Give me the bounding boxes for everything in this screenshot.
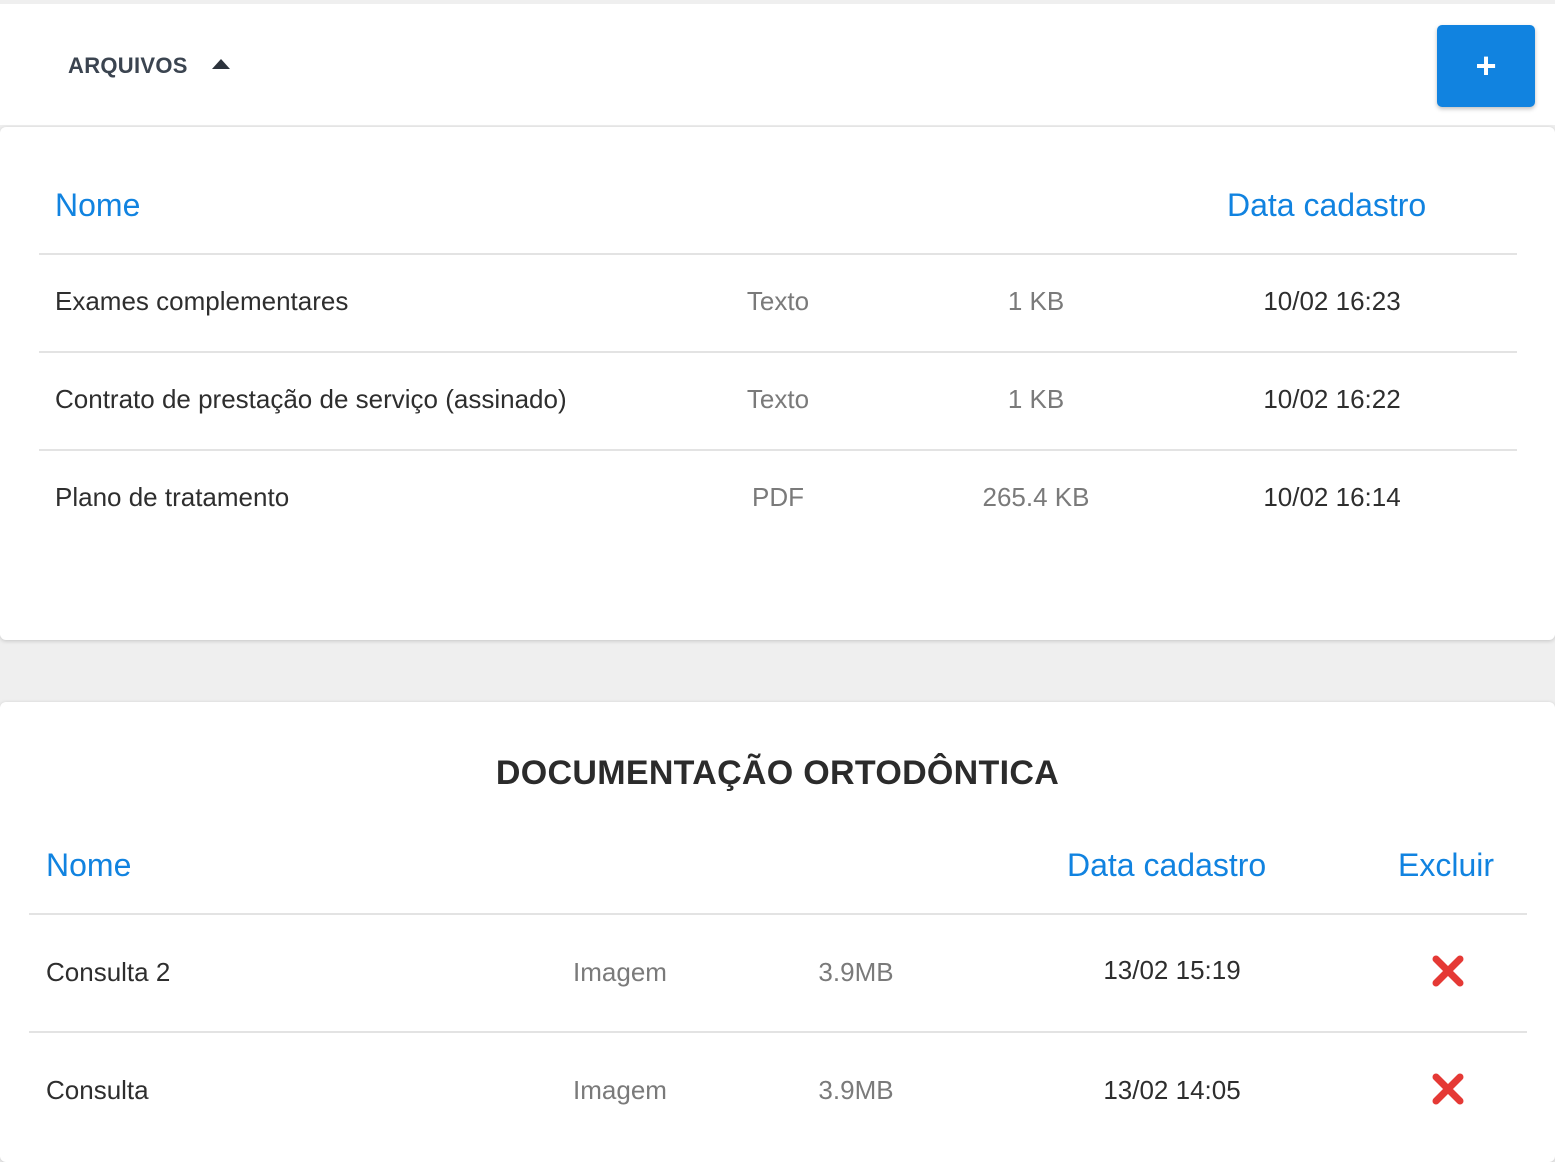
add-file-button[interactable]: + xyxy=(1437,25,1535,107)
doc-size: 3.9MB xyxy=(818,1075,894,1105)
plus-icon: + xyxy=(1475,45,1497,86)
file-type: Texto xyxy=(746,286,810,316)
file-date: 10/02 16:22 xyxy=(1263,384,1401,414)
doc-date: 13/02 15:19 xyxy=(1103,955,1241,985)
column-header-name[interactable]: Nome xyxy=(46,845,131,885)
files-header-bar: ARQUIVOS + xyxy=(0,4,1555,125)
column-header-date[interactable]: Data cadastro xyxy=(1227,185,1426,225)
red-x-icon xyxy=(1432,955,1464,987)
column-header-name[interactable]: Nome xyxy=(55,185,140,225)
file-size: 265.4 KB xyxy=(982,482,1090,512)
file-date: 10/02 16:23 xyxy=(1263,286,1401,316)
ortho-section-title: DOCUMENTAÇÃO ORTODÔNTICA xyxy=(495,754,1060,792)
file-date: 10/02 16:14 xyxy=(1263,482,1401,512)
file-name[interactable]: Plano de tratamento xyxy=(55,480,289,514)
file-type: PDF xyxy=(752,482,804,512)
column-header-date[interactable]: Data cadastro xyxy=(1067,845,1266,885)
ortho-docs-card: DOCUMENTAÇÃO ORTODÔNTICA Nome Data cadas… xyxy=(0,702,1555,1162)
caret-up-icon xyxy=(211,59,230,69)
file-name[interactable]: Contrato de prestação de serviço (assina… xyxy=(55,382,567,416)
header-divider xyxy=(29,913,1527,915)
doc-size: 3.9MB xyxy=(818,957,894,987)
doc-type: Imagem xyxy=(573,1075,667,1105)
row-divider xyxy=(39,351,1517,353)
delete-button[interactable] xyxy=(1430,953,1466,989)
red-x-icon xyxy=(1432,1073,1464,1105)
files-section-label: ARQUIVOS xyxy=(68,53,188,78)
row-divider xyxy=(39,449,1517,451)
file-name[interactable]: Exames complementares xyxy=(55,284,348,318)
doc-name[interactable]: Consulta 2 xyxy=(46,955,170,989)
header-divider xyxy=(39,253,1517,255)
doc-date: 13/02 14:05 xyxy=(1103,1075,1241,1105)
row-divider xyxy=(29,1031,1527,1033)
file-size: 1 KB xyxy=(1007,384,1065,414)
column-header-delete: Excluir xyxy=(1398,847,1495,883)
file-size: 1 KB xyxy=(1007,286,1065,316)
files-card: Nome Data cadastro Exames complementares… xyxy=(0,127,1555,640)
delete-button[interactable] xyxy=(1430,1071,1466,1107)
file-type: Texto xyxy=(746,384,810,414)
doc-type: Imagem xyxy=(573,957,667,987)
doc-name[interactable]: Consulta xyxy=(46,1073,149,1107)
files-section-toggle[interactable]: ARQUIVOS xyxy=(68,48,230,84)
